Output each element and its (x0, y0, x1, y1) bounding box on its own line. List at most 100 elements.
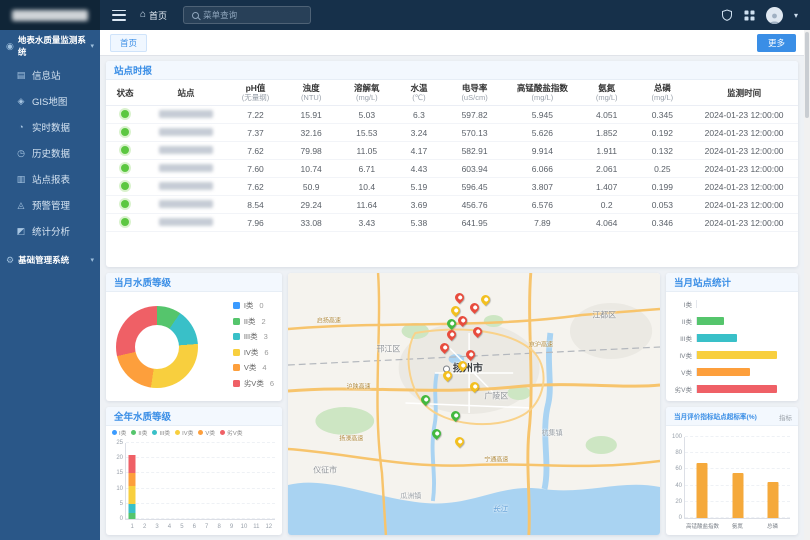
y-tick-label: 5 (108, 501, 123, 507)
gis-map-panel: 扬州市邗江区广陵区江都区仪征市杭集镇瓜洲镇长江启扬高速京沪高速沪陕高速扬溧高速宁… (288, 273, 660, 535)
cell-value: 7.96 (228, 214, 284, 232)
legend-item[interactable]: IV类 (175, 428, 193, 437)
legend-item[interactable]: V类4 (233, 362, 274, 373)
gear-icon: ⚙ (6, 255, 14, 266)
legend-value: 4 (262, 363, 266, 372)
legend-item[interactable]: I类 (112, 428, 126, 437)
menu-toggle-icon[interactable] (112, 10, 126, 21)
table-row[interactable]: 7.3732.1615.533.24570.135.6261.8520.1922… (106, 124, 798, 142)
x-tick-label: 7 (205, 524, 208, 530)
cell-value: 7.60 (228, 160, 284, 178)
legend-swatch (233, 333, 240, 340)
hbar-category-label: 劣V类 (670, 384, 692, 394)
legend-item[interactable]: 劣V类 (220, 428, 242, 437)
x-tick-label: 6 (193, 524, 196, 530)
cell-value: 15.53 (339, 124, 395, 142)
user-avatar[interactable] (766, 7, 783, 24)
column-header: 浊度(NTU) (283, 80, 339, 106)
status-dot (121, 146, 129, 154)
sidebar-item-report[interactable]: ▥站点报表 (0, 166, 100, 192)
menu-search[interactable] (183, 6, 311, 24)
chevron-down-icon[interactable]: ▾ (794, 11, 798, 20)
y-tick-label: 100 (667, 434, 682, 440)
cell-value: 6.71 (339, 160, 395, 178)
y-tick-label: 25 (108, 440, 123, 446)
status-dot (121, 200, 129, 208)
more-button[interactable]: 更多 (757, 34, 796, 52)
column-header: 水温(℃) (395, 80, 444, 106)
cell-value: 5.19 (395, 178, 444, 196)
x-tick-label: 8 (217, 524, 220, 530)
month-station-stats-chart: I类II类III类IV类V类劣V类 (670, 297, 790, 395)
hbar-category-label: II类 (670, 316, 692, 326)
legend-label: 劣V类 (227, 428, 242, 437)
panel-title-station-report: 站点时报 (114, 63, 152, 77)
table-row[interactable]: 8.5429.2411.643.69456.766.5760.20.053202… (106, 196, 798, 214)
scrollbar-track[interactable] (804, 30, 810, 540)
month-station-stats-panel: 当月站点统计 I类II类III类IV类V类劣V类 (666, 273, 798, 401)
sidebar-group-base-system[interactable]: ⚙ 基础管理系统 ▾ (0, 244, 100, 276)
x-tick-label: 10 (241, 524, 248, 530)
table-row[interactable]: 7.9633.083.435.38641.957.894.0640.346202… (106, 214, 798, 232)
legend-item[interactable]: II类 (131, 428, 147, 437)
legend-swatch (233, 349, 240, 356)
station-report-table-wrap: 状态站点pH值(无量纲)浊度(NTU)溶解氧(mg/L)水温(℃)电导率(uS/… (106, 80, 798, 267)
sidebar-item-label: 站点报表 (32, 172, 70, 186)
cell-value: 4.064 (579, 214, 635, 232)
sidebar-item-stats[interactable]: ◩统计分析 (0, 218, 100, 244)
legend-label: II类 (138, 428, 147, 437)
search-input[interactable] (203, 10, 306, 20)
gis-map[interactable]: 扬州市邗江区广陵区江都区仪征市杭集镇瓜洲镇长江启扬高速京沪高速沪陕高速扬溧高速宁… (288, 273, 660, 535)
table-row[interactable]: 7.6279.9811.054.17582.919.9141.9110.1322… (106, 142, 798, 160)
table-row[interactable]: 7.6010.746.714.43603.946.0662.0610.25202… (106, 160, 798, 178)
cell-value: 79.98 (283, 142, 339, 160)
sidebar-item-alert[interactable]: ◬预警管理 (0, 192, 100, 218)
hbar-bar (697, 334, 737, 342)
tab-home[interactable]: 首页 (110, 34, 147, 52)
hbar-bar (697, 351, 777, 359)
legend-swatch (152, 430, 157, 435)
legend-item[interactable]: IV类6 (233, 347, 274, 358)
cell-value: 7.62 (228, 178, 284, 196)
legend-item[interactable]: III类 (152, 428, 170, 437)
sidebar-item-info[interactable]: ▤信息站 (0, 62, 100, 88)
sidebar-item-history[interactable]: ◷历史数据 (0, 140, 100, 166)
shield-icon[interactable] (721, 9, 733, 21)
scrollbar-thumb[interactable] (805, 32, 809, 118)
apps-grid-icon[interactable] (744, 10, 755, 21)
legend-item[interactable]: II类2 (233, 316, 274, 327)
table-row[interactable]: 7.2215.915.036.3597.825.9454.0510.345202… (106, 106, 798, 124)
sidebar-group-water-system[interactable]: ◉ 地表水质量监测系统 ▾ (0, 30, 100, 62)
gridline (126, 442, 275, 443)
cell-value: 3.807 (506, 178, 579, 196)
sidebar-item-map[interactable]: ◈GIS地图 (0, 88, 100, 114)
legend-label: I类 (119, 428, 126, 437)
cell-value: 3.43 (339, 214, 395, 232)
cell-value: 603.94 (443, 160, 506, 178)
station-name-redacted (159, 218, 213, 226)
station-name-redacted (159, 110, 213, 118)
cell-value: 0.2 (579, 196, 635, 214)
legend-swatch (233, 380, 240, 387)
panel-title-year-quality: 全年水质等级 (114, 409, 171, 423)
legend-item[interactable]: V类 (198, 428, 215, 437)
legend-item[interactable]: I类0 (233, 300, 274, 311)
cell-value: 5.38 (395, 214, 444, 232)
column-header: 状态 (106, 80, 144, 106)
hbar-category-label: IV类 (670, 350, 692, 360)
legend-item[interactable]: III类3 (233, 331, 274, 342)
sidebar-item-realtime[interactable]: ◔实时数据 (0, 114, 100, 140)
legend-label: IV类 (182, 428, 193, 437)
legend-value: 6 (270, 379, 274, 388)
cell-monitor-time: 2024-01-23 12:00:00 (690, 214, 798, 232)
table-row[interactable]: 7.6250.910.45.19596.453.8071.4070.199202… (106, 178, 798, 196)
cell-value: 10.74 (283, 160, 339, 178)
x-tick-label: 1 (131, 524, 134, 530)
legend-value: 6 (264, 348, 268, 357)
breadcrumb-home[interactable]: ⌂ 首页 (140, 9, 167, 22)
column-header: 总磷(mg/L) (635, 80, 691, 106)
y-tick-label: 20 (667, 499, 682, 505)
cell-value: 3.24 (395, 124, 444, 142)
cell-value: 6.3 (395, 106, 444, 124)
legend-item[interactable]: 劣V类6 (233, 378, 274, 389)
